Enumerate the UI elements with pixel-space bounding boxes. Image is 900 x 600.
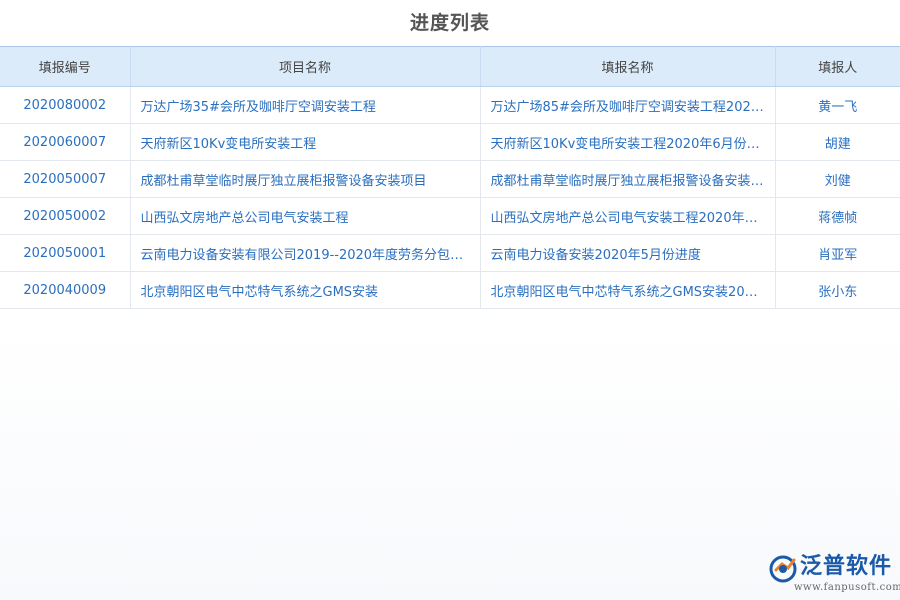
table-header-row: 填报编号 项目名称 填报名称 填报人 [0, 47, 900, 87]
table-row[interactable]: 2020050007 成都杜甫草堂临时展厅独立展柜报警设备安装项目 成都杜甫草堂… [0, 161, 900, 198]
page: 进度列表 填报编号 项目名称 填报名称 填报人 2020080002 万达广场3… [0, 0, 900, 600]
cell-project-name[interactable]: 万达广场35#会所及咖啡厅空调安装工程 [130, 87, 480, 124]
cell-reporter[interactable]: 张小东 [775, 272, 900, 309]
cell-report-id[interactable]: 2020060007 [0, 124, 130, 161]
cell-report-name[interactable]: 万达广场85#会所及咖啡厅空调安装工程2020… [480, 87, 775, 124]
brand-logo: 泛普软件 www.fanpusoft.com [768, 552, 894, 596]
cell-reporter[interactable]: 胡建 [775, 124, 900, 161]
cell-reporter[interactable]: 蒋德帧 [775, 198, 900, 235]
column-header-id[interactable]: 填报编号 [0, 47, 130, 87]
cell-reporter[interactable]: 黄一飞 [775, 87, 900, 124]
page-title: 进度列表 [0, 8, 900, 38]
column-header-user[interactable]: 填报人 [775, 47, 900, 87]
cell-project-name[interactable]: 山西弘文房地产总公司电气安装工程 [130, 198, 480, 235]
column-header-project[interactable]: 项目名称 [130, 47, 480, 87]
cell-reporter[interactable]: 肖亚军 [775, 235, 900, 272]
cell-report-name[interactable]: 北京朝阳区电气中芯特气系统之GMS安装202… [480, 272, 775, 309]
progress-table: 填报编号 项目名称 填报名称 填报人 2020080002 万达广场35#会所及… [0, 46, 900, 309]
cell-report-id[interactable]: 2020050002 [0, 198, 130, 235]
cell-report-id[interactable]: 2020050001 [0, 235, 130, 272]
cell-reporter[interactable]: 刘健 [775, 161, 900, 198]
brand-url: www.fanpusoft.com [794, 582, 900, 593]
cell-report-name[interactable]: 天府新区10Kv变电所安装工程2020年6月份进度 [480, 124, 775, 161]
fanpu-logo-icon [768, 554, 798, 584]
cell-report-name[interactable]: 山西弘文房地产总公司电气安装工程2020年5… [480, 198, 775, 235]
cell-report-name[interactable]: 成都杜甫草堂临时展厅独立展柜报警设备安装… [480, 161, 775, 198]
table-row[interactable]: 2020050002 山西弘文房地产总公司电气安装工程 山西弘文房地产总公司电气… [0, 198, 900, 235]
table-row[interactable]: 2020050001 云南电力设备安装有限公司2019--2020年度劳务分包合… [0, 235, 900, 272]
table-row[interactable]: 2020060007 天府新区10Kv变电所安装工程 天府新区10Kv变电所安装… [0, 124, 900, 161]
cell-report-id[interactable]: 2020050007 [0, 161, 130, 198]
cell-report-name[interactable]: 云南电力设备安装2020年5月份进度 [480, 235, 775, 272]
table-row[interactable]: 2020040009 北京朝阳区电气中芯特气系统之GMS安装 北京朝阳区电气中芯… [0, 272, 900, 309]
table-row[interactable]: 2020080002 万达广场35#会所及咖啡厅空调安装工程 万达广场85#会所… [0, 87, 900, 124]
cell-report-id[interactable]: 2020080002 [0, 87, 130, 124]
cell-project-name[interactable]: 成都杜甫草堂临时展厅独立展柜报警设备安装项目 [130, 161, 480, 198]
column-header-report[interactable]: 填报名称 [480, 47, 775, 87]
cell-project-name[interactable]: 北京朝阳区电气中芯特气系统之GMS安装 [130, 272, 480, 309]
cell-project-name[interactable]: 云南电力设备安装有限公司2019--2020年度劳务分包合… [130, 235, 480, 272]
cell-project-name[interactable]: 天府新区10Kv变电所安装工程 [130, 124, 480, 161]
cell-report-id[interactable]: 2020040009 [0, 272, 130, 309]
brand-name: 泛普软件 [800, 552, 892, 582]
